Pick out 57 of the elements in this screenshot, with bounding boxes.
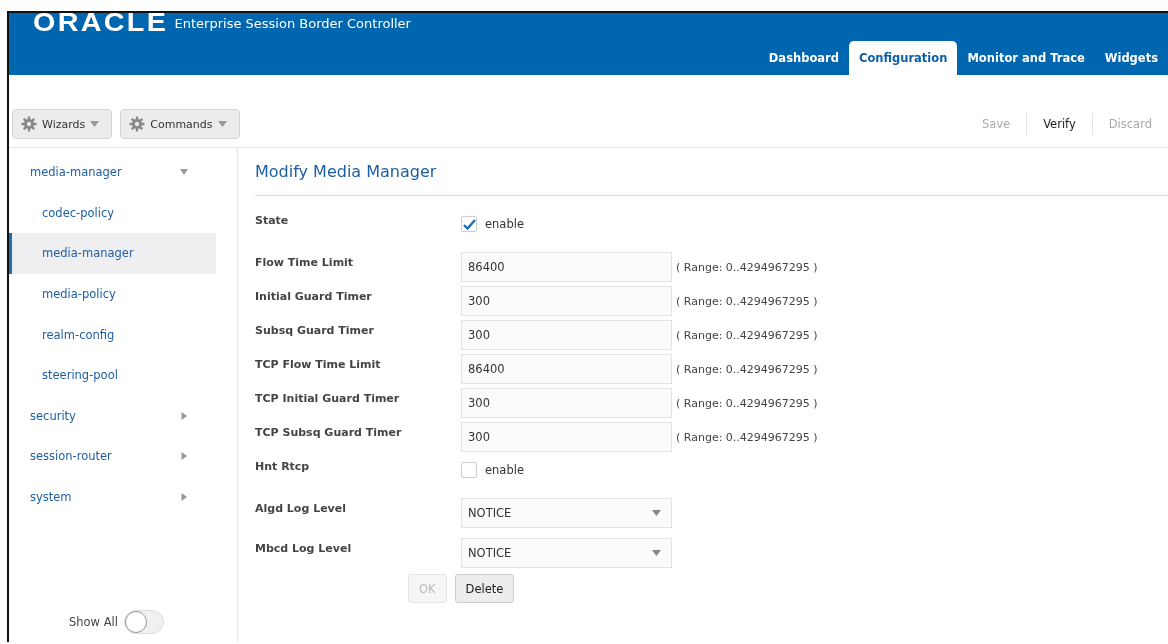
input-field[interactable]: 86400	[461, 252, 672, 282]
gear-icon	[21, 116, 37, 132]
field-label: TCP Subsq Guard Timer	[255, 425, 403, 439]
field-label: Algd Log Level	[255, 501, 347, 515]
caret-icon	[652, 550, 661, 556]
form-title: Modify Media Manager	[255, 148, 1168, 196]
tree-item[interactable]: system	[9, 476, 216, 518]
menu-button[interactable]: Wizards	[12, 109, 113, 139]
menu-button[interactable]: Commands	[120, 109, 240, 139]
tree-item[interactable]: steering-pool	[9, 354, 216, 396]
tree-item[interactable]: security	[9, 395, 216, 437]
caret-icon	[652, 510, 661, 516]
field-label: Flow Time Limit	[255, 255, 355, 269]
range-hint: ( Range: 0..4294967295 )	[676, 294, 818, 308]
input-field[interactable]: 300	[461, 422, 672, 452]
checkbox[interactable]	[461, 216, 477, 232]
range-hint: ( Range: 0..4294967295 )	[676, 430, 818, 444]
tree-item[interactable]: media-manager	[9, 233, 216, 274]
caret-icon	[90, 121, 100, 127]
product-title: Enterprise Session Border Controller	[174, 15, 411, 33]
nav-tab[interactable]: Monitor and Trace	[957, 41, 1095, 75]
input-field[interactable]: 300	[461, 320, 672, 350]
tree-item[interactable]: media-manager	[9, 152, 216, 193]
show-all-label: Show All	[69, 615, 118, 629]
field-label: TCP Flow Time Limit	[255, 357, 382, 371]
nav-tab[interactable]: Dashboard	[758, 41, 849, 75]
range-hint: ( Range: 0..4294967295 )	[676, 328, 818, 342]
tree-item[interactable]: media-policy	[9, 273, 216, 315]
field-label: State	[255, 213, 290, 227]
checkbox-label: enable	[485, 217, 524, 231]
show-all-toggle[interactable]	[123, 610, 164, 634]
field-label: Hnt Rtcp	[255, 459, 311, 473]
caret-icon	[217, 121, 227, 127]
input-field[interactable]: 300	[461, 388, 672, 418]
range-hint: ( Range: 0..4294967295 )	[676, 396, 818, 410]
check-icon	[462, 218, 476, 230]
input-field[interactable]: 86400	[461, 354, 672, 384]
tree-item[interactable]: codec-policy	[9, 192, 216, 234]
nav-tab[interactable]: Widgets	[1094, 41, 1168, 75]
dropdown[interactable]: NOTICE	[461, 538, 672, 568]
range-hint: ( Range: 0..4294967295 )	[676, 362, 818, 376]
oracle-logo: ORACLE	[33, 11, 169, 33]
tree-item[interactable]: session-router	[9, 436, 216, 477]
input-field[interactable]: 300	[461, 286, 672, 316]
nav-tab[interactable]: Configuration	[848, 41, 958, 75]
checkbox[interactable]	[461, 462, 477, 478]
field-label: TCP Initial Guard Timer	[255, 391, 401, 405]
field-label: Initial Guard Timer	[255, 289, 373, 303]
field-label: Subsq Guard Timer	[255, 323, 375, 337]
action-link[interactable]: Verify	[1026, 113, 1092, 135]
form-button[interactable]: Delete	[454, 574, 515, 603]
gear-icon	[129, 116, 146, 132]
field-label: Mbcd Log Level	[255, 541, 353, 555]
range-hint: ( Range: 0..4294967295 )	[676, 260, 818, 274]
dropdown[interactable]: NOTICE	[461, 498, 672, 528]
tree-item[interactable]: realm-config	[9, 314, 216, 355]
checkbox-label: enable	[485, 463, 524, 477]
